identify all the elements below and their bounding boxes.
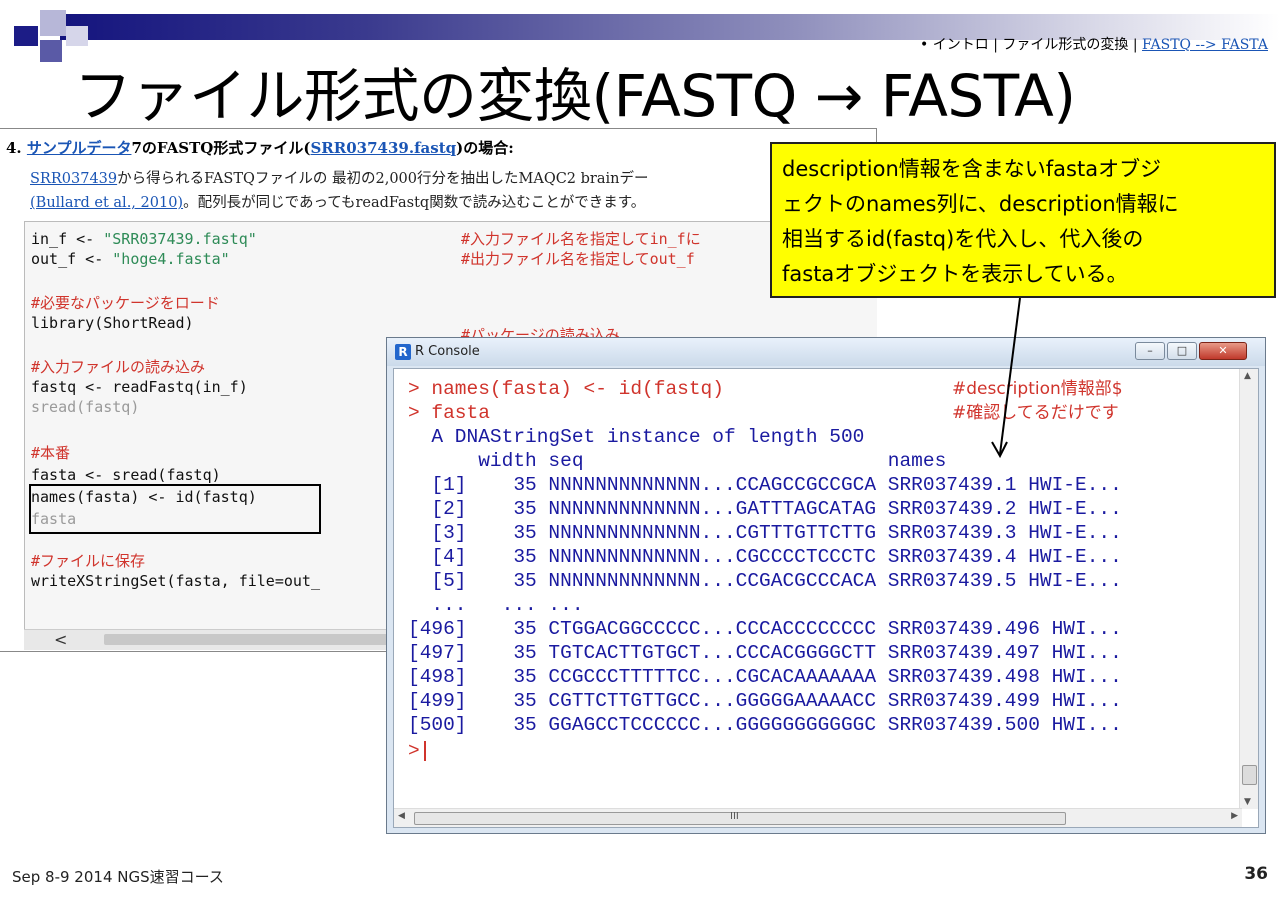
page-number: 36	[1244, 864, 1268, 884]
footer-course-label: Sep 8-9 2014 NGS速習コース	[12, 868, 224, 886]
callout-arrow	[991, 297, 1021, 459]
